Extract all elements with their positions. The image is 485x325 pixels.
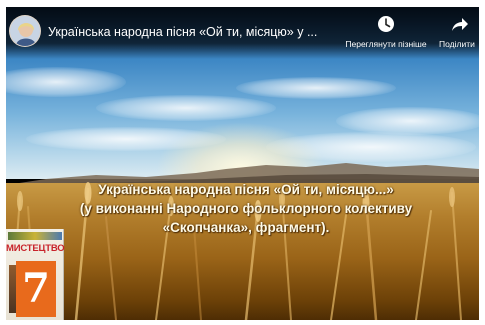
book-header-strip (8, 232, 62, 240)
book-title: МИСТЕЦТВО (6, 243, 65, 254)
textbook-cover: МИСТЕЦТВО 7 (6, 229, 65, 320)
clock-icon (378, 16, 394, 32)
caption-line-2: (у виконанні Народного фольклорного коле… (79, 201, 413, 216)
share-button[interactable]: Поділити (439, 15, 479, 49)
avatar-portrait-icon (10, 16, 40, 46)
cloud (236, 77, 396, 99)
cloud (336, 107, 479, 135)
watch-later-label: Переглянути пізніше (345, 39, 427, 49)
cloud (96, 95, 276, 121)
channel-avatar[interactable] (9, 15, 41, 47)
book-grade-number: 7 (16, 261, 56, 317)
video-top-bar: Українська народна пісня «Ой ти, місяцю»… (6, 7, 479, 59)
watch-later-button[interactable]: Переглянути пізніше (336, 15, 436, 49)
caption-line-1: Українська народна пісня «Ой ти, місяцю.… (98, 182, 394, 197)
share-label: Поділити (439, 39, 475, 49)
song-caption: Українська народна пісня «Ой ти, місяцю.… (36, 180, 456, 237)
share-arrow-icon (452, 18, 468, 31)
video-player[interactable]: Українська народна пісня «Ой ти, місяцю»… (6, 7, 479, 320)
caption-line-3: «Скопчанка», фрагмент). (162, 220, 330, 235)
video-title[interactable]: Українська народна пісня «Ой ти, місяцю»… (48, 25, 338, 39)
